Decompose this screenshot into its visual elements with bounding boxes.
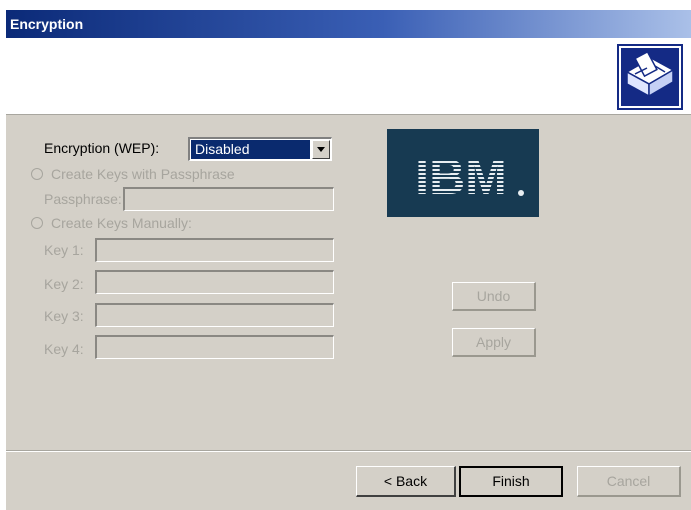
finish-button[interactable]: Finish [459,466,563,497]
undo-button[interactable]: Undo [452,282,536,311]
encryption-label: Encryption (WEP): [44,140,160,156]
encryption-select[interactable]: Disabled [188,137,332,161]
key-3-field[interactable] [95,303,334,327]
ibm-logo: IBM [387,129,539,217]
title-bar: Encryption [6,10,691,38]
key-3-label: Key 3: [44,308,84,324]
passphrase-label: Passphrase: [44,191,122,207]
radio-create-keys-passphrase[interactable] [31,168,43,180]
key-4-field[interactable] [95,335,334,359]
key-4-label: Key 4: [44,341,84,357]
create-keys-passphrase-label: Create Keys with Passphrase [51,166,235,182]
key-2-field[interactable] [95,270,334,294]
radio-create-keys-manually[interactable] [31,217,43,229]
window-title: Encryption [10,16,84,32]
wizard-header [6,38,691,114]
encryption-select-value: Disabled [191,140,310,159]
key-2-label: Key 2: [44,276,84,292]
back-button[interactable]: < Back [356,466,456,497]
apply-button[interactable]: Apply [452,328,536,357]
cancel-button[interactable]: Cancel [577,466,681,497]
ibm-logo-text: IBM [415,149,507,205]
wizard-network-card-icon [617,44,683,110]
chevron-down-icon[interactable] [312,140,330,159]
footer-divider [6,450,691,452]
key-1-label: Key 1: [44,242,84,258]
passphrase-field[interactable] [123,187,334,211]
logo-svg: IBM [415,149,524,205]
key-1-field[interactable] [95,238,334,262]
create-keys-manually-label: Create Keys Manually: [51,215,192,231]
